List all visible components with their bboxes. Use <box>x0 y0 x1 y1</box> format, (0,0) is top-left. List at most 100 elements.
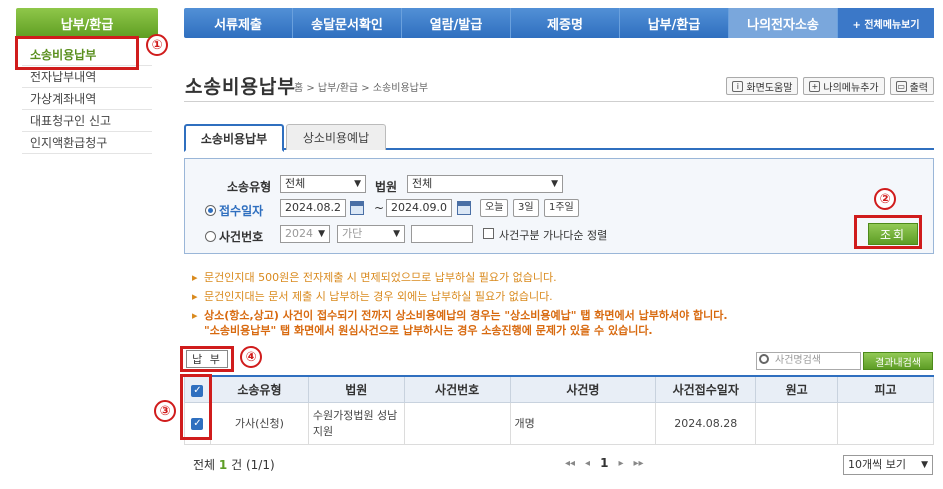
column-header: 사건번호 <box>403 375 511 403</box>
total-suffix: 건 (1/1) <box>231 458 275 472</box>
chevron-down-icon: ▼ <box>354 179 361 189</box>
chevron-down-icon: ▼ <box>318 229 325 239</box>
sidebar-item-e-payment-history[interactable]: 전자납부내역 <box>22 66 152 88</box>
case-table: ✓ 소송유형 법원 사건번호 사건명 사건접수일자 원고 피고 ✓ 가사(신청)… <box>184 375 934 445</box>
column-header: 사건접수일자 <box>655 375 757 403</box>
total-number: 1 <box>218 458 228 472</box>
case-type-label: 소송유형 <box>227 180 272 194</box>
case-type-select[interactable]: 전체 ▼ <box>280 175 366 193</box>
nav-payment-refund[interactable]: 납부/환급 <box>620 8 729 38</box>
add-my-menu-button[interactable]: + 나의메뉴추가 <box>803 77 885 95</box>
pay-button[interactable]: 납 부 <box>186 350 228 368</box>
title-divider <box>184 101 934 102</box>
case-number-label: 사건번호 <box>219 230 264 244</box>
chevron-down-icon: ▼ <box>393 229 400 239</box>
date-from-input[interactable]: 2024.08.2 <box>280 199 346 217</box>
sidebar-item-representative-claimant[interactable]: 대표청구인 신고 <box>22 110 152 132</box>
case-number-input[interactable] <box>411 225 473 243</box>
calendar-icon[interactable] <box>457 201 471 215</box>
quick-1week-button[interactable]: 1주일 <box>544 199 579 217</box>
printer-icon: ▭ <box>895 80 907 92</box>
nav-all-menu[interactable]: + 전체메뉴보기 <box>838 8 934 38</box>
quick-3days-button[interactable]: 3일 <box>513 199 539 217</box>
court-value: 전체 <box>412 177 433 190</box>
case-type-value: 전체 <box>285 177 306 190</box>
select-all-cell: ✓ <box>184 375 211 403</box>
cell-receipt-date: 2024.08.28 <box>655 401 757 445</box>
bookmark-icon: + <box>809 80 821 92</box>
column-header: 법원 <box>307 375 405 403</box>
column-header: 원고 <box>755 375 839 403</box>
annotation-3: ③ <box>154 400 176 422</box>
add-my-menu-label: 나의메뉴추가 <box>823 82 879 94</box>
tab-appeal-fee-prepayment[interactable]: 상소비용예납 <box>286 124 386 150</box>
pagination: ◂◂ ◂ 1 ▸ ▸▸ <box>565 456 644 470</box>
search-panel: 소송유형 전체 ▼ 법원 전체 ▼ 접수일자 2024.08.2 ~ 2024.09… <box>184 158 934 254</box>
sort-label: 사건구분 가나다순 정렬 <box>499 229 608 242</box>
nav-document-submission[interactable]: 서류제출 <box>184 8 293 38</box>
column-header: 피고 <box>837 375 934 403</box>
cell-case-number <box>403 401 511 445</box>
cell-case-type: 가사(신청) <box>209 401 309 445</box>
annotation-1: ① <box>146 34 168 56</box>
case-number-radio[interactable] <box>205 231 216 242</box>
sidebar-item-stamp-refund[interactable]: 인지액환급청구 <box>22 132 152 154</box>
calendar-icon[interactable] <box>350 201 364 215</box>
row-checkbox[interactable]: ✓ <box>191 418 204 430</box>
first-page-icon[interactable]: ◂◂ <box>565 458 575 469</box>
sidebar-header: 납부/환급 <box>16 8 158 38</box>
case-type-code-select[interactable]: 가단 ▼ <box>337 225 405 243</box>
nav-served-documents[interactable]: 송달문서확인 <box>293 8 402 38</box>
annotation-4: ④ <box>240 346 262 368</box>
sidebar-item-litigation-fee-payment[interactable]: 소송비용납부 <box>22 44 152 66</box>
chevron-down-icon: ▼ <box>921 460 928 470</box>
nav-view-issue[interactable]: 열람/발급 <box>402 8 511 38</box>
search-icon <box>759 354 769 364</box>
notice-list: 문건인지대 500원은 전자제출 시 면제되었으므로 납부하실 필요가 없습니다… <box>192 270 728 342</box>
breadcrumb: 홈 > 납부/환급 > 소송비용납부 <box>294 83 429 94</box>
prev-page-icon[interactable]: ◂ <box>585 458 590 469</box>
nav-my-e-litigation[interactable]: 나의전자소송 <box>729 8 838 38</box>
help-label: 화면도움말 <box>746 82 793 94</box>
tab-litigation-fee-payment[interactable]: 소송비용납부 <box>184 124 284 152</box>
notice-item: 문건인지대 500원은 전자제출 시 면제되었으므로 납부하실 필요가 없습니다… <box>192 270 728 285</box>
row-select-cell: ✓ <box>184 401 211 445</box>
table-row[interactable]: ✓ 가사(신청) 수원가정법원 성남지원 개명 2024.08.28 <box>184 401 934 445</box>
total-count: 전체 1 건 (1/1) <box>193 456 275 473</box>
cell-defendant <box>837 401 934 445</box>
notice-item: 문건인지대는 문서 제출 시 납부하는 경우 외에는 납부하실 필요가 없습니다… <box>192 289 728 304</box>
print-label: 출력 <box>909 82 928 94</box>
tab-bar: 소송비용납부 상소비용예납 <box>184 124 934 152</box>
query-button[interactable]: 조회 <box>868 223 918 245</box>
last-page-icon[interactable]: ▸▸ <box>633 458 643 469</box>
total-prefix: 전체 <box>193 458 216 472</box>
date-range-separator: ~ <box>374 201 385 215</box>
case-year-select[interactable]: 2024 ▼ <box>280 225 330 243</box>
nav-certificates[interactable]: 제증명 <box>511 8 620 38</box>
case-name-search-input[interactable]: 사건명검색 <box>756 352 861 370</box>
current-page[interactable]: 1 <box>600 456 608 470</box>
per-page-select[interactable]: 10개씩 보기 ▼ <box>843 455 933 475</box>
court-label: 법원 <box>375 180 398 194</box>
date-to-input[interactable]: 2024.09.0 <box>386 199 452 217</box>
cell-case-name: 개명 <box>509 401 657 445</box>
help-button[interactable]: i 화면도움말 <box>726 77 799 95</box>
case-year-value: 2024 <box>285 227 313 240</box>
sort-checkbox[interactable] <box>483 228 494 239</box>
search-within-results-button[interactable]: 결과내검색 <box>863 352 933 370</box>
next-page-icon[interactable]: ▸ <box>618 458 623 469</box>
per-page-value: 10개씩 보기 <box>848 458 906 471</box>
case-type-code-value: 가단 <box>342 227 363 240</box>
sidebar-item-virtual-account-history[interactable]: 가상계좌내역 <box>22 88 152 110</box>
select-all-checkbox[interactable]: ✓ <box>191 384 204 397</box>
quick-today-button[interactable]: 오늘 <box>480 199 509 217</box>
top-navigation: 서류제출 송달문서확인 열람/발급 제증명 납부/환급 나의전자소송 + 전체메… <box>184 8 934 38</box>
notice-item: 상소(항소,상고) 사건이 접수되기 전까지 상소비용예납의 경우는 "상소비용… <box>192 308 728 323</box>
print-button[interactable]: ▭ 출력 <box>889 77 934 95</box>
notice-item: "소송비용납부" 탭 화면에서 원심사건으로 납부하시는 경우 소송진행에 문제… <box>204 324 653 337</box>
page-tools: i 화면도움말 + 나의메뉴추가 ▭ 출력 <box>726 77 934 95</box>
court-select[interactable]: 전체 ▼ <box>407 175 563 193</box>
receipt-date-radio[interactable] <box>205 205 216 216</box>
column-header: 사건명 <box>509 375 657 403</box>
chevron-down-icon: ▼ <box>551 179 558 189</box>
